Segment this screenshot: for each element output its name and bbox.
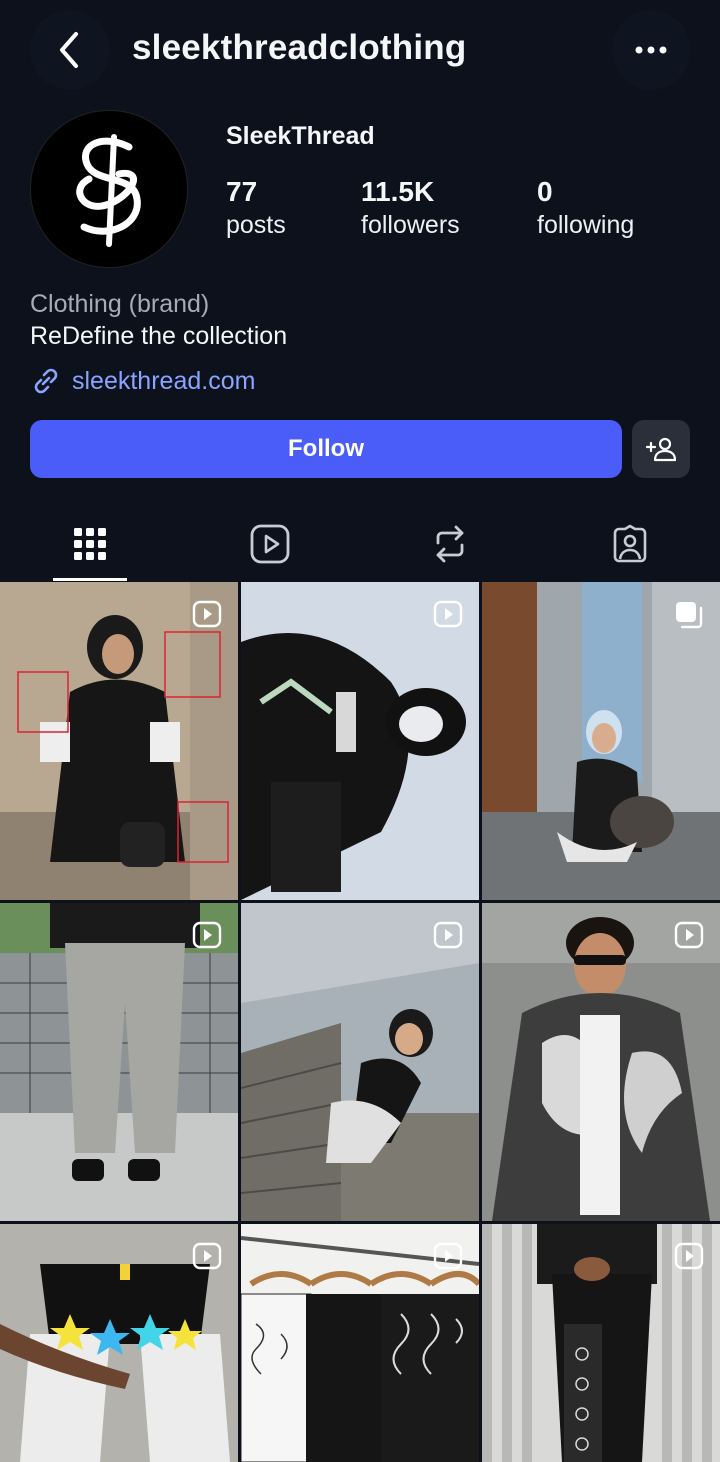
add-person-icon — [646, 437, 676, 462]
post-image — [482, 903, 720, 1221]
post-image — [0, 582, 238, 900]
display-name: SleekThread — [226, 122, 375, 150]
following-stat[interactable]: 0 following — [537, 176, 634, 242]
post-image — [241, 903, 479, 1221]
post-thumbnail[interactable] — [482, 903, 720, 1221]
chevron-left-icon — [60, 32, 78, 68]
tab-tagged[interactable] — [540, 505, 720, 582]
post-image — [0, 903, 238, 1221]
follow-button[interactable]: Follow — [30, 420, 622, 478]
profile-bio: ReDefine the collection — [30, 322, 288, 350]
post-thumbnail[interactable] — [0, 903, 238, 1221]
post-image — [241, 582, 479, 900]
carousel-badge-icon — [676, 602, 703, 629]
tab-selected-indicator — [53, 578, 127, 581]
post-thumbnail[interactable] — [0, 582, 238, 900]
profile-tabs — [0, 505, 720, 582]
post-thumbnail[interactable] — [482, 582, 720, 900]
profile-category: Clothing (brand) — [30, 290, 210, 318]
tagged-icon — [613, 524, 647, 562]
profile-link[interactable]: sleekthread.com — [30, 364, 255, 398]
posts-stat[interactable]: 77 posts — [226, 176, 286, 242]
posts-grid — [0, 582, 720, 1462]
reel-badge-icon — [674, 1242, 704, 1270]
reel-badge-icon — [433, 600, 463, 628]
reposts-icon — [436, 525, 464, 562]
following-label: following — [537, 211, 635, 239]
reel-badge-icon — [674, 921, 704, 949]
top-bar: sleekthreadclothing — [0, 0, 720, 100]
link-icon — [34, 368, 58, 394]
tab-reels[interactable] — [180, 505, 360, 582]
reel-badge-icon — [192, 600, 222, 628]
reel-badge-icon — [192, 1242, 222, 1270]
reels-icon — [250, 524, 290, 563]
post-thumbnail[interactable] — [241, 582, 479, 900]
followers-label: followers — [361, 211, 460, 239]
brand-logo-icon — [76, 134, 141, 247]
posts-label: posts — [226, 211, 286, 239]
reel-badge-icon — [433, 921, 463, 949]
following-count: 0 — [537, 176, 553, 207]
back-button[interactable] — [30, 10, 110, 90]
more-horizontal-icon — [635, 46, 667, 54]
post-thumbnail[interactable] — [241, 903, 479, 1221]
followers-stat[interactable]: 11.5K followers — [361, 176, 460, 242]
post-thumbnail[interactable] — [0, 1224, 238, 1462]
grid-icon — [74, 527, 106, 560]
reel-badge-icon — [192, 921, 222, 949]
posts-count: 77 — [226, 176, 258, 207]
tab-posts-grid[interactable] — [0, 505, 180, 582]
post-thumbnail[interactable] — [241, 1224, 479, 1462]
tab-reposts[interactable] — [360, 505, 540, 582]
followers-count: 11.5K — [361, 176, 435, 207]
profile-avatar[interactable] — [30, 110, 188, 268]
reel-badge-icon — [433, 1242, 463, 1270]
suggested-accounts-button[interactable] — [632, 420, 690, 478]
profile-username: sleekthreadclothing — [132, 28, 467, 67]
more-options-button[interactable] — [612, 10, 690, 90]
post-thumbnail[interactable] — [482, 1224, 720, 1462]
profile-link-text[interactable]: sleekthread.com — [72, 367, 255, 396]
